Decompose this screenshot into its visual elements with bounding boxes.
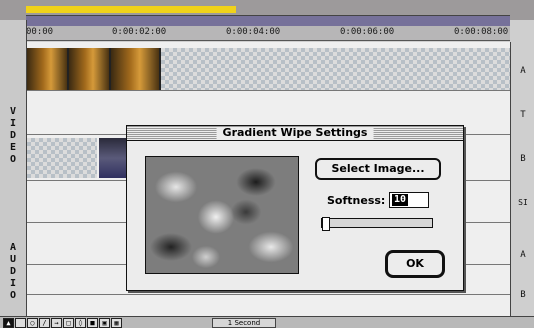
ruler-label: 00:00 bbox=[26, 27, 54, 37]
video-label-letter: I bbox=[9, 118, 17, 129]
track-side-label: B bbox=[520, 154, 526, 164]
video-clip-thumbnail[interactable] bbox=[111, 48, 161, 90]
video-clip-thumbnail[interactable] bbox=[99, 138, 129, 178]
work-area-bar[interactable] bbox=[26, 6, 236, 13]
track-side-label: B bbox=[520, 290, 526, 300]
ruler-label: 0:00:06:00 bbox=[340, 27, 395, 37]
video-label-letter: V bbox=[9, 106, 17, 117]
track-divider bbox=[27, 294, 510, 295]
audio-label-letter: A bbox=[9, 242, 17, 253]
audio-label-letter: O bbox=[9, 290, 17, 301]
ruler-label: 0:00:04:00 bbox=[226, 27, 281, 37]
softness-label: Softness: bbox=[327, 194, 386, 207]
softness-slider-knob[interactable] bbox=[322, 217, 330, 231]
transition-region bbox=[27, 138, 97, 178]
video-clip-thumbnail[interactable] bbox=[69, 48, 111, 90]
ok-button[interactable]: OK bbox=[385, 250, 445, 278]
audio-label-letter: I bbox=[9, 278, 17, 289]
gradient-image-preview bbox=[145, 156, 299, 274]
track-side-label: T bbox=[520, 110, 526, 120]
audio-label-letter: U bbox=[9, 254, 17, 265]
ruler-label: 0:00:02:00 bbox=[112, 27, 167, 37]
dialog-title: Gradient Wipe Settings bbox=[216, 127, 374, 139]
softness-input[interactable]: 10 bbox=[389, 192, 429, 208]
audio-label-letter: D bbox=[9, 266, 17, 277]
video-label-letter: O bbox=[9, 154, 17, 165]
video-clip-thumbnail[interactable] bbox=[27, 48, 69, 90]
track-side-label: A bbox=[520, 250, 526, 260]
softness-slider[interactable] bbox=[321, 217, 433, 231]
track-header-column: V I D E O A U D I O bbox=[0, 20, 27, 316]
gradient-wipe-dialog: Gradient Wipe Settings Select Image... S… bbox=[126, 125, 464, 291]
track-side-label: A bbox=[520, 66, 526, 76]
select-image-button[interactable]: Select Image... bbox=[315, 158, 441, 180]
tool-bar: ▲ ○ / → □ ◊ ■ ▣ ▦ 1 Second bbox=[0, 316, 534, 328]
transition-region bbox=[161, 48, 510, 90]
ruler-label: 0:00:08:00 bbox=[454, 27, 509, 37]
track-side-label: SI bbox=[518, 198, 528, 207]
video-label-letter: E bbox=[9, 142, 17, 153]
track-divider bbox=[27, 90, 510, 91]
video-label-letter: D bbox=[9, 130, 17, 141]
time-ruler[interactable]: 00:00 0:00:02:00 0:00:04:00 0:00:06:00 0… bbox=[26, 26, 510, 41]
dialog-title-bar[interactable]: Gradient Wipe Settings bbox=[127, 126, 463, 141]
track-options-column: A T B SI A B bbox=[510, 42, 534, 316]
softness-value: 10 bbox=[392, 194, 409, 206]
